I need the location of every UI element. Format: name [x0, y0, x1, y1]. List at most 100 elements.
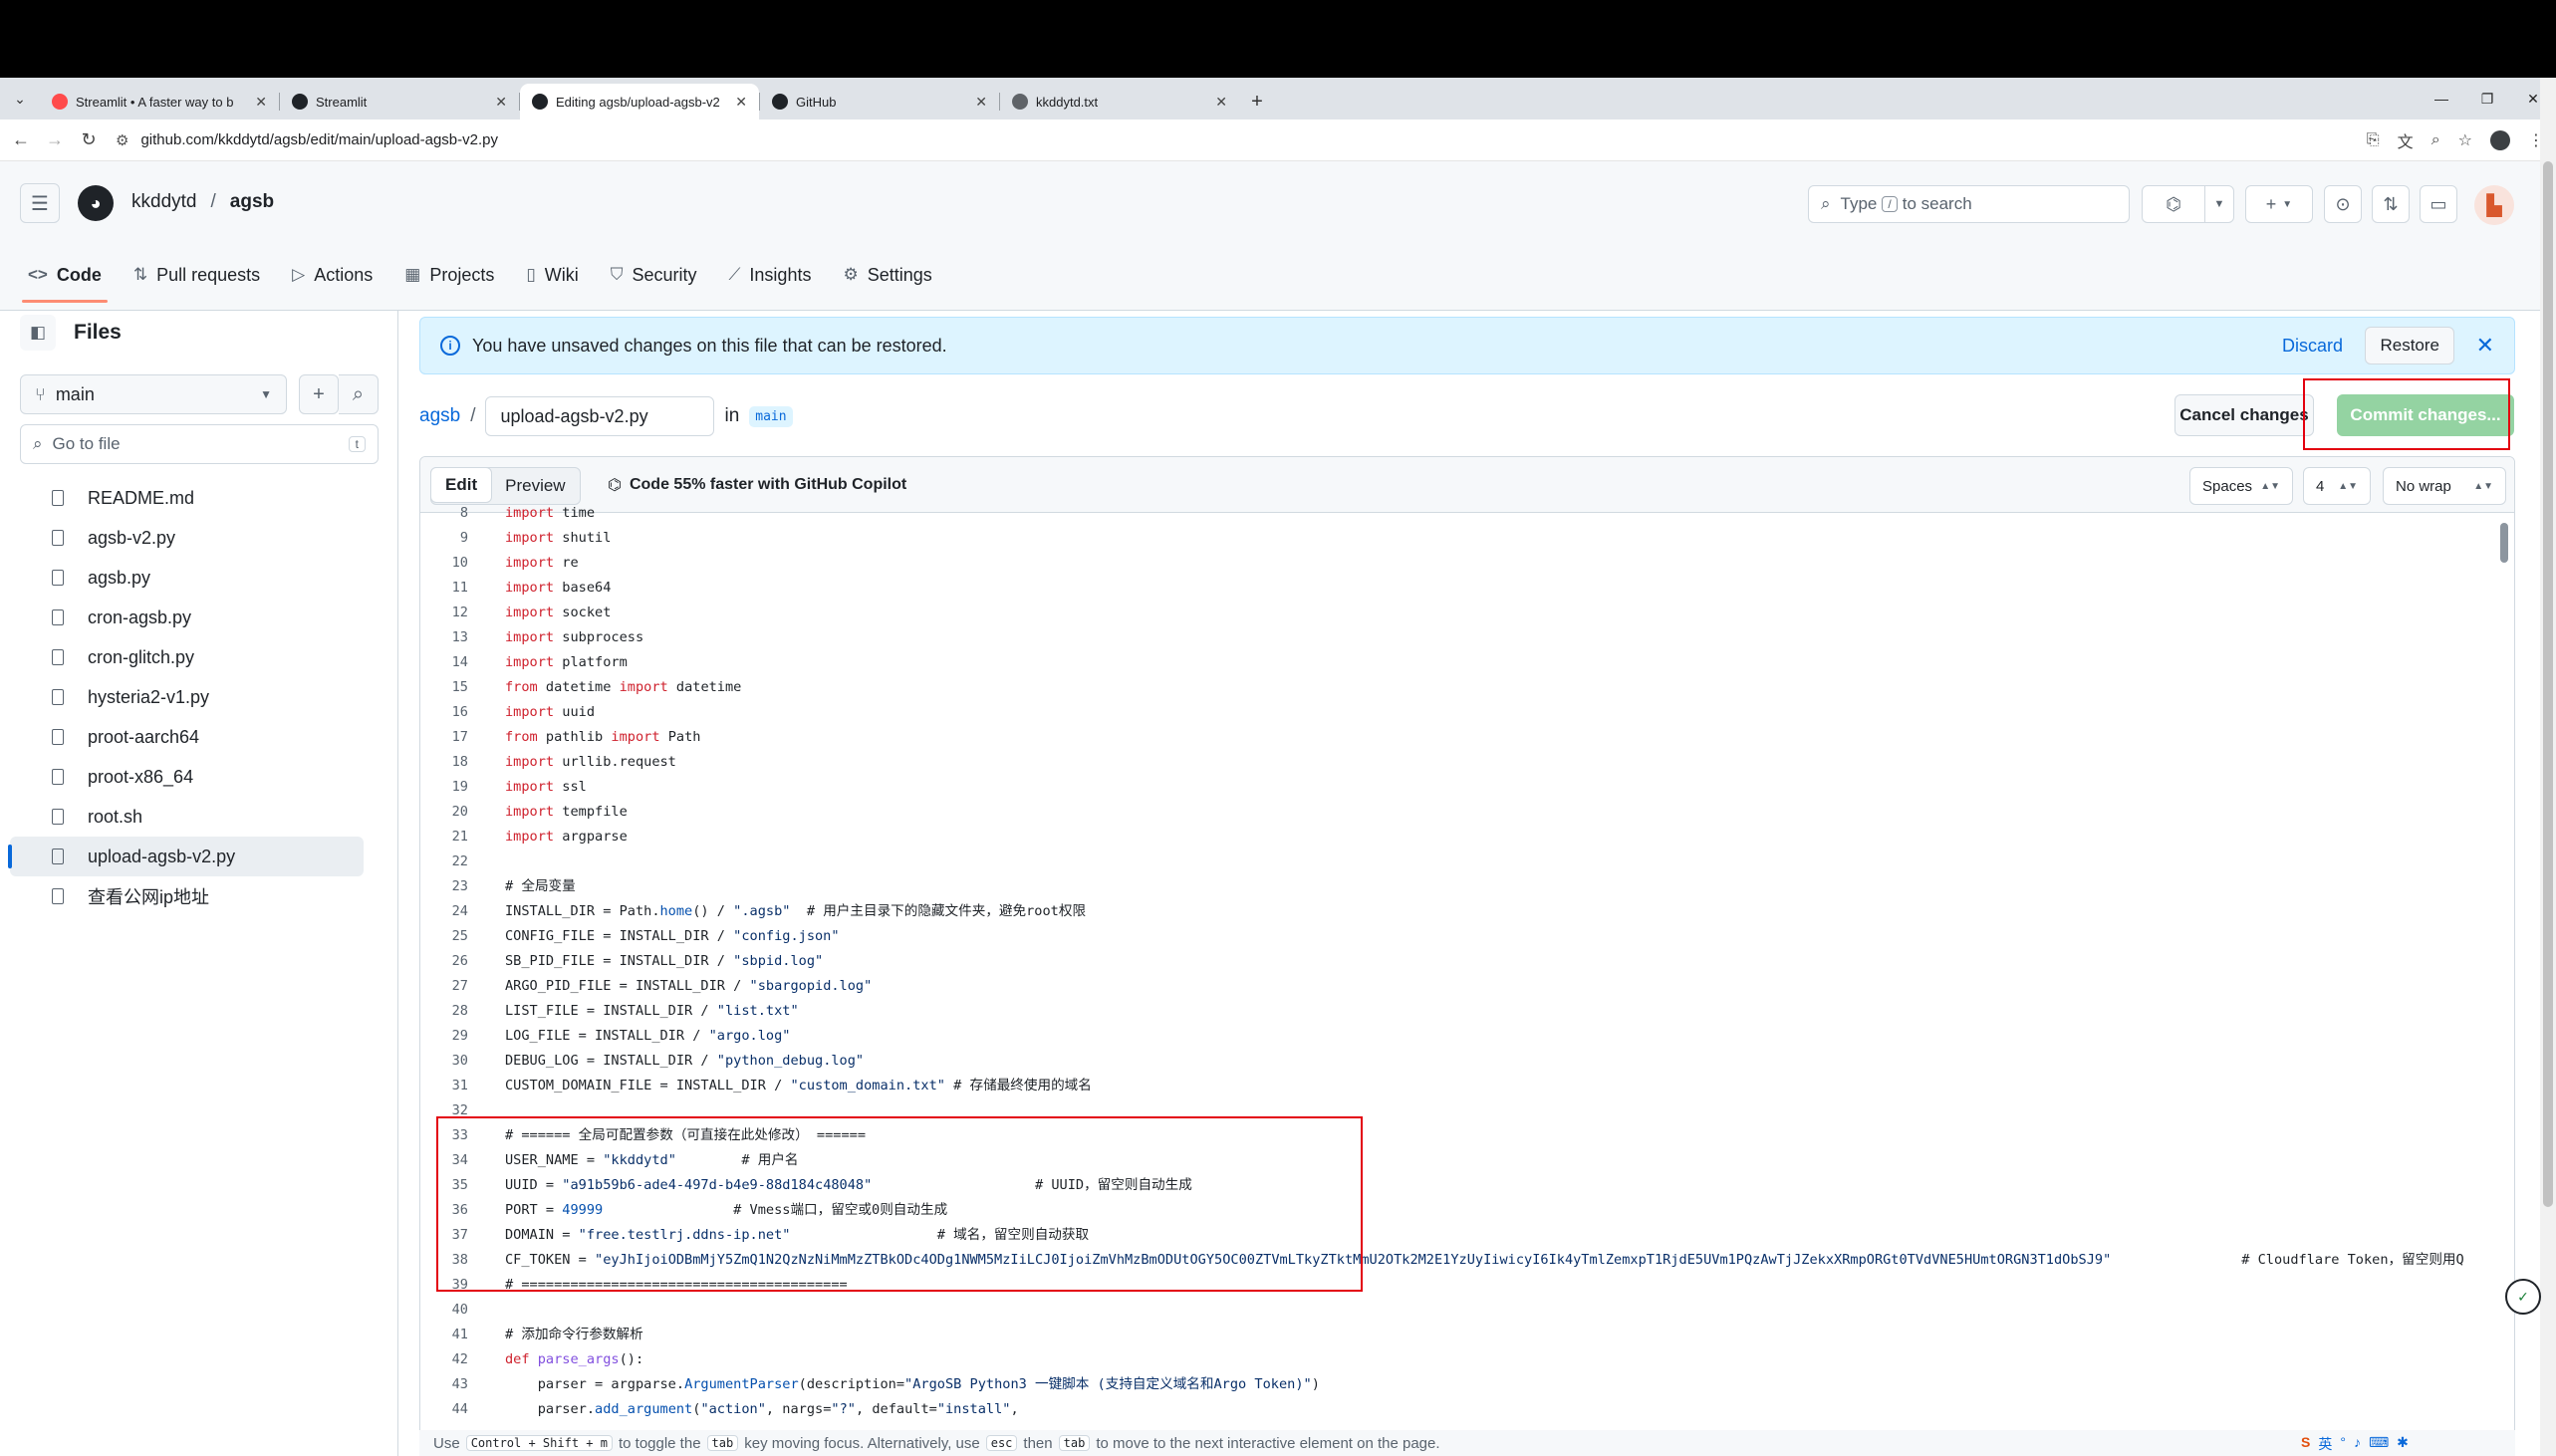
line-text: from pathlib import Path — [505, 729, 701, 745]
file-item[interactable]: agsb-v2.py — [10, 518, 364, 558]
search-input[interactable]: ⌕ Type / to search — [1808, 185, 2130, 223]
ime-mic-icon[interactable]: ♪ — [2354, 1434, 2361, 1456]
filename-input[interactable]: upload-agsb-v2.py — [485, 396, 715, 436]
profile-icon[interactable] — [2490, 129, 2510, 150]
repo-root-link[interactable]: agsb — [419, 405, 460, 427]
tab-insights[interactable]: ⟋ Insights — [729, 245, 812, 305]
owner-link[interactable]: kkddytd — [131, 191, 196, 213]
new-tab-button[interactable]: + — [1239, 84, 1275, 120]
minimize-icon[interactable]: — — [2419, 78, 2464, 120]
file-item[interactable]: proot-x86_64 — [10, 757, 364, 797]
add-file-button[interactable]: + — [299, 374, 339, 414]
tab-settings[interactable]: ⚙ Settings — [843, 245, 931, 305]
copilot-promo[interactable]: ⌬ Code 55% faster with GitHub Copilot — [608, 475, 906, 495]
collapse-sidebar-icon[interactable]: ◧ — [20, 315, 56, 351]
reload-icon[interactable]: ↻ — [72, 129, 106, 150]
url-field[interactable]: ⚙ github.com/kkddytd/agsb/edit/main/uplo… — [116, 124, 2367, 156]
file-item[interactable]: README.md — [10, 478, 364, 518]
github-icon — [532, 94, 548, 110]
browser-tab[interactable]: Editing agsb/upload-agsb-v2 ✕ — [520, 84, 759, 120]
hint-text: to move to the next interactive element … — [1096, 1434, 1440, 1452]
file-item[interactable]: agsb.py — [10, 558, 364, 598]
file-name: root.sh — [88, 806, 143, 827]
hint-text: to toggle the — [618, 1434, 701, 1452]
translate-icon[interactable]: 文 — [2398, 128, 2414, 152]
tab-code[interactable]: <> Code — [22, 245, 108, 305]
install-app-icon[interactable]: ⎘ — [2367, 131, 2380, 149]
copilot-dropdown-chevron-icon[interactable]: ▼ — [2204, 185, 2234, 223]
editor-scrollbar[interactable] — [2500, 523, 2508, 563]
file-item[interactable]: proot-aarch64 — [10, 717, 364, 757]
browser-tab[interactable]: GitHub ✕ — [760, 84, 999, 120]
line-number: 11 — [451, 580, 468, 596]
forward-icon[interactable]: → — [38, 129, 72, 150]
create-new-button[interactable]: + ▼ — [2245, 185, 2313, 223]
tab-security[interactable]: ⛉ Security — [611, 245, 697, 305]
file-item[interactable]: cron-agsb.py — [10, 598, 364, 637]
issues-icon[interactable]: ⊙ — [2324, 185, 2362, 223]
pull-requests-icon[interactable]: ⇅ — [2372, 185, 2410, 223]
restore-button[interactable]: Restore — [2365, 327, 2454, 364]
file-icon — [52, 490, 64, 506]
tab-label: Settings — [867, 264, 932, 285]
wrap-mode-select[interactable]: No wrap ▲▼ — [2383, 467, 2506, 505]
browser-tab[interactable]: Streamlit • A faster way to b ✕ — [40, 84, 279, 120]
code-line: 15 from datetime import datetime — [420, 675, 2512, 700]
code-line: 12 import socket — [420, 601, 2512, 625]
file-icon — [52, 689, 64, 705]
close-tab-icon[interactable]: ✕ — [495, 94, 507, 111]
bookmark-star-icon[interactable]: ☆ — [2458, 130, 2472, 150]
copilot-button[interactable]: ⌬ — [2142, 185, 2205, 223]
select-caret-icon: ▲▼ — [2260, 480, 2280, 492]
file-item[interactable]: 查看公网ip地址 — [10, 876, 364, 916]
github-logo-icon[interactable]: ◕ — [78, 185, 114, 221]
repo-link[interactable]: agsb — [230, 191, 274, 213]
ime-logo-icon[interactable]: S — [2301, 1434, 2310, 1456]
page-scrollbar[interactable] — [2540, 78, 2556, 1456]
go-to-file-input[interactable]: ⌕ Go to file t — [20, 424, 379, 464]
browser-tab[interactable]: kkddytd.txt ✕ — [1000, 84, 1239, 120]
site-settings-icon[interactable]: ⚙ — [116, 131, 128, 149]
ime-settings-icon[interactable]: ✱ — [2397, 1434, 2409, 1456]
edit-tab[interactable]: Edit — [430, 467, 493, 503]
back-icon[interactable]: ← — [4, 129, 38, 150]
tab-search-chevron-icon[interactable]: ⌄ — [0, 78, 40, 120]
close-tab-icon[interactable]: ✕ — [975, 94, 987, 111]
hint-text: then — [1023, 1434, 1053, 1452]
tab-actions[interactable]: ▷ Actions — [292, 245, 373, 305]
page-scrollbar-thumb[interactable] — [2543, 161, 2553, 1207]
close-icon[interactable]: ✕ — [2476, 333, 2494, 359]
avatar[interactable]: ▙ — [2474, 185, 2514, 225]
tab-pull-requests[interactable]: ⇅ Pull requests — [133, 245, 260, 305]
line-number: 16 — [451, 704, 468, 720]
tab-wiki[interactable]: ▯ Wiki — [526, 245, 578, 305]
indent-mode-select[interactable]: Spaces ▲▼ — [2189, 467, 2293, 505]
ime-keyboard-icon[interactable]: ⌨ — [2369, 1434, 2389, 1456]
tab-projects[interactable]: ▦ Projects — [404, 245, 494, 305]
file-item[interactable]: root.sh — [10, 797, 364, 837]
restore-window-icon[interactable]: ❐ — [2464, 78, 2510, 120]
search-files-button[interactable]: ⌕ — [339, 374, 379, 414]
ime-language[interactable]: 英 — [2318, 1434, 2332, 1456]
close-tab-icon[interactable]: ✕ — [735, 94, 747, 111]
indent-size-select[interactable]: 4 ▲▼ — [2303, 467, 2371, 505]
discard-button[interactable]: Discard — [2282, 336, 2343, 357]
close-tab-icon[interactable]: ✕ — [255, 94, 267, 111]
file-item[interactable]: upload-agsb-v2.py — [8, 837, 364, 876]
zoom-icon[interactable]: ⌕ — [2431, 131, 2440, 149]
close-tab-icon[interactable]: ✕ — [1215, 94, 1227, 111]
browser-tab[interactable]: Streamlit ✕ — [280, 84, 519, 120]
file-item[interactable]: hysteria2-v1.py — [10, 677, 364, 717]
line-number: 17 — [451, 729, 468, 745]
preview-tab[interactable]: Preview — [491, 468, 579, 504]
hamburger-menu-icon[interactable]: ☰ — [20, 183, 60, 223]
indent-mode-value: Spaces — [2202, 477, 2253, 495]
floating-feedback-icon[interactable]: ✓ — [2505, 1279, 2541, 1315]
inbox-icon[interactable]: ▭ — [2420, 185, 2457, 223]
file-icon — [52, 729, 64, 745]
line-text: import subprocess — [505, 629, 644, 645]
cancel-changes-button[interactable]: Cancel changes — [2174, 394, 2314, 436]
file-item[interactable]: cron-glitch.py — [10, 637, 364, 677]
branch-selector[interactable]: ⑂ main ▼ — [20, 374, 287, 414]
ime-punctuation-icon[interactable]: ° — [2340, 1434, 2346, 1456]
